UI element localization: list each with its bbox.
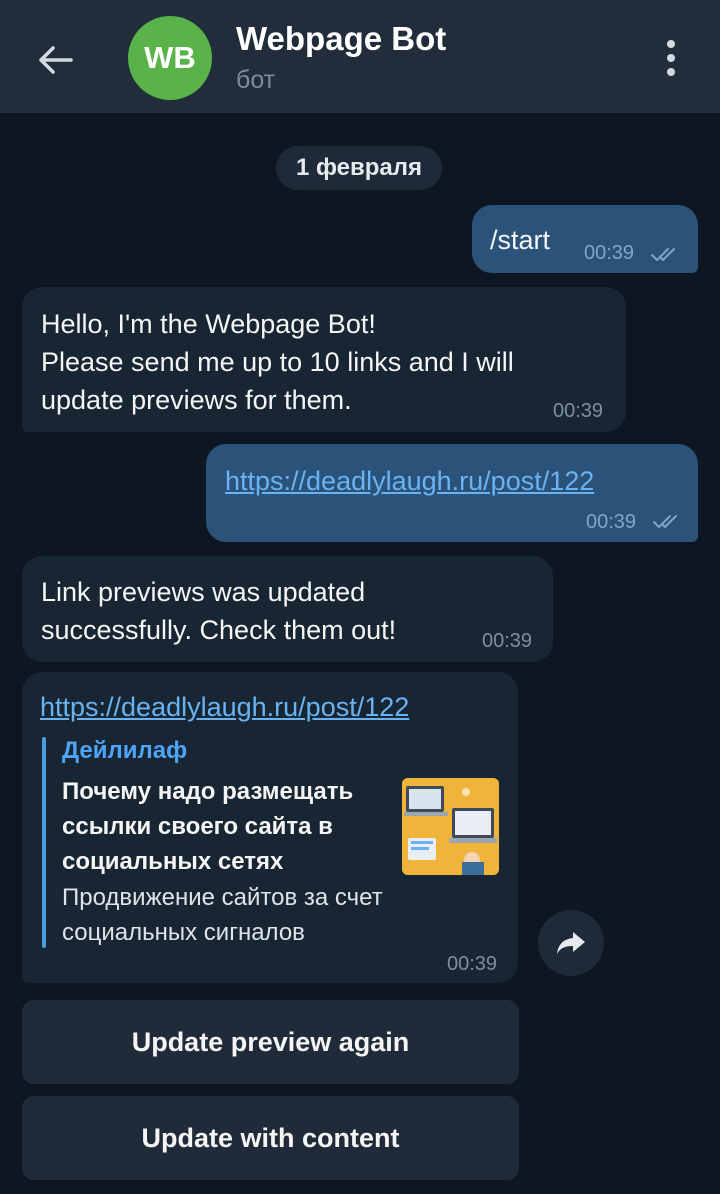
link-preview-bar [42, 737, 46, 948]
message-link[interactable]: https://deadlylaugh.ru/post/122 [225, 462, 594, 500]
message-bubble-out[interactable]: https://deadlylaugh.ru/post/122 00:39 [206, 444, 698, 542]
message-bubble-in[interactable]: Hello, I'm the Webpage Bot! Please send … [22, 287, 626, 432]
message-time: 00:39 [584, 242, 635, 264]
chat-header: WB Webpage Bot бот [0, 0, 720, 113]
update-preview-again-button[interactable]: Update preview again [22, 1000, 519, 1084]
double-check-icon [651, 248, 675, 261]
avatar[interactable]: WB [128, 16, 212, 100]
share-forward-button[interactable] [538, 910, 604, 976]
message-time: 00:39 [447, 953, 498, 975]
forward-arrow-icon [557, 932, 585, 954]
back-arrow-icon[interactable] [30, 35, 80, 85]
link-preview-description[interactable]: Продвижение сайтов за счет социальных си… [62, 880, 482, 950]
link-preview-title[interactable]: Почему надо размещать ссылки своего сайт… [62, 774, 402, 879]
message-link[interactable]: https://deadlylaugh.ru/post/122 [40, 688, 409, 726]
laptop-illustration-icon [402, 778, 499, 875]
message-bubble-in[interactable]: Link previews was updated successfully. … [22, 556, 553, 662]
link-preview-thumbnail[interactable] [402, 778, 499, 875]
double-check-icon [653, 515, 677, 528]
message-time: 00:39 [553, 400, 604, 422]
chat-subtitle: бот [236, 66, 276, 94]
message-text: /start [490, 225, 551, 255]
more-menu-icon[interactable] [656, 36, 686, 80]
update-with-content-button[interactable]: Update with content [22, 1096, 519, 1180]
message-text: Link previews was updated successfully. … [41, 577, 397, 645]
message-text: Hello, I'm the Webpage Bot! Please send … [41, 309, 514, 415]
chat-title[interactable]: Webpage Bot [236, 20, 446, 58]
date-separator: 1 февраля [276, 146, 442, 190]
message-time: 00:39 [482, 630, 533, 652]
message-bubble-out[interactable]: /start 00:39 [472, 205, 698, 273]
message-time: 00:39 [586, 511, 637, 533]
link-preview-site-name[interactable]: Дейлилаф [62, 737, 187, 765]
